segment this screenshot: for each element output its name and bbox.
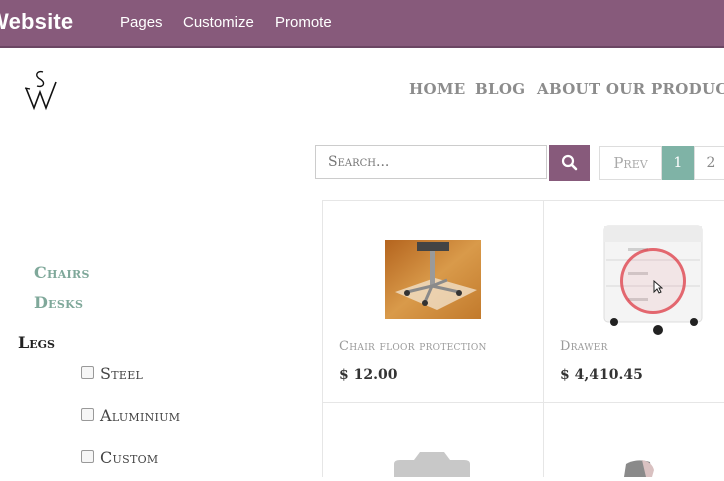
search-icon (561, 154, 578, 171)
grid-border-row (322, 402, 724, 403)
product-price-drawer: $ 4,410.45 (560, 367, 643, 383)
category-desks[interactable]: Desks (34, 293, 83, 312)
pager-page-1[interactable]: 1 (662, 146, 694, 180)
filter-custom-label: Custom (100, 448, 159, 467)
product-name-chair-floor-protection[interactable]: Chair floor protection (339, 339, 487, 354)
admin-bar: Website Pages Customize Promote (0, 0, 724, 48)
site-logo[interactable] (22, 68, 62, 112)
nav-about-our-products[interactable]: ABOUT OUR PRODUCTS (537, 80, 724, 98)
menu-pages[interactable]: Pages (120, 14, 163, 31)
camera-icon (394, 452, 470, 477)
mouse-cursor-icon (653, 280, 663, 294)
product-image-chair-floor-protection[interactable] (385, 240, 481, 319)
grid-border-top (322, 200, 724, 201)
grid-border-left (322, 200, 323, 477)
search-button[interactable] (549, 145, 590, 181)
pager-page-2[interactable]: 2 (694, 146, 724, 180)
filter-custom[interactable]: Custom (81, 448, 158, 467)
main-nav: HOME BLOG ABOUT OUR PRODUCTS (409, 80, 724, 100)
legs-filter-title: Legs (18, 333, 55, 352)
pager-prev[interactable]: Prev (599, 146, 662, 180)
nav-blog[interactable]: BLOG (475, 80, 525, 98)
grid-border-mid (543, 200, 544, 477)
admin-brand[interactable]: Website (0, 9, 73, 35)
product-name-drawer[interactable]: Drawer (560, 339, 608, 354)
filter-steel-label: Steel (100, 364, 144, 383)
checkbox-aluminium[interactable] (81, 408, 94, 421)
menu-promote[interactable]: Promote (275, 14, 332, 31)
filter-aluminium-label: Aluminium (100, 406, 181, 425)
product-image-placeholder[interactable] (392, 450, 472, 477)
product-price-chair-floor-protection: $ 12.00 (339, 367, 398, 383)
menu-customize[interactable]: Customize (183, 14, 254, 31)
filter-aluminium[interactable]: Aluminium (81, 406, 180, 425)
category-chairs[interactable]: Chairs (34, 263, 90, 282)
checkbox-custom[interactable] (81, 450, 94, 463)
search-input[interactable] (315, 145, 547, 179)
checkbox-steel[interactable] (81, 366, 94, 379)
nav-home[interactable]: HOME (409, 80, 465, 98)
sw-monogram-icon (24, 70, 57, 111)
filter-steel[interactable]: Steel (81, 364, 143, 383)
product-image-partial[interactable] (622, 458, 656, 477)
